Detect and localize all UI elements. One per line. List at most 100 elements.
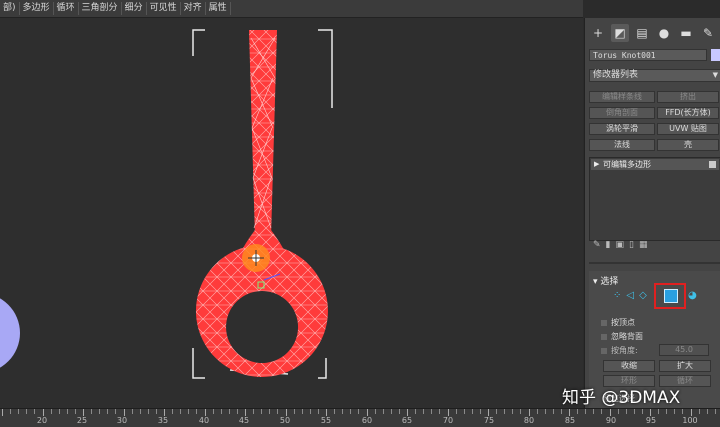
command-panel: + ◩ ▤ ● ▬ ✎ Torus Knot001 修改器列表 ▼ 编辑样条线 …	[584, 18, 720, 408]
menu-item-align[interactable]: 对齐	[181, 2, 206, 15]
edit-spline-button[interactable]: 编辑样条线	[589, 91, 655, 103]
ruler-tick	[609, 409, 611, 416]
ruler-tick	[99, 409, 101, 414]
ruler-label: 20	[36, 416, 48, 425]
ruler-tick	[350, 409, 352, 414]
create-icon[interactable]: +	[589, 24, 607, 42]
ruler-tick	[50, 409, 52, 414]
configure-modifier-sets-icon[interactable]: ▦	[639, 240, 648, 250]
motion-icon[interactable]: ●	[655, 24, 673, 42]
modifier-stack[interactable]: ▶ 可编辑多边形	[589, 157, 720, 241]
element-icon[interactable]: ◕	[688, 290, 697, 301]
menu-item-loop[interactable]: 循环	[54, 2, 79, 15]
menu-item-element[interactable]: 部)	[0, 2, 20, 15]
ruler-label: 50	[279, 416, 291, 425]
ruler-tick	[261, 409, 263, 414]
menu-item-subdivide[interactable]: 细分	[122, 2, 147, 15]
subobject-icons: ⁘ ◁ ◇	[613, 290, 647, 301]
vertex-icon[interactable]: ⁘	[613, 290, 621, 301]
ruler-tick	[115, 409, 117, 414]
ruler-tick	[317, 409, 319, 414]
ruler-tick	[512, 409, 514, 414]
ruler-label: 80	[523, 416, 535, 425]
uvw-map-button[interactable]: UVW 贴图	[657, 123, 719, 135]
menu-item-polygon[interactable]: 多边形	[20, 2, 54, 15]
ruler-label: 60	[361, 416, 373, 425]
mesh-shaft	[249, 30, 277, 238]
ruler-tick	[496, 409, 498, 414]
make-unique-icon[interactable]: ▣	[616, 240, 625, 250]
menu-item-properties[interactable]: 属性	[206, 2, 231, 15]
modifier-list-dropdown[interactable]: 修改器列表 ▼	[589, 69, 720, 82]
ruler-tick	[309, 409, 311, 414]
ruler-tick	[58, 409, 60, 414]
ruler-tick	[172, 409, 174, 414]
ruler-tick	[164, 409, 165, 416]
ruler-tick	[569, 409, 570, 416]
ignore-backfacing-checkbox[interactable]: 忽略背面	[601, 331, 643, 342]
ruler-tick	[390, 409, 392, 414]
object-name-field[interactable]: Torus Knot001	[589, 49, 707, 61]
expand-triangle-icon[interactable]: ▶	[594, 159, 599, 170]
ruler-tick	[131, 409, 133, 414]
polygon-icon[interactable]	[664, 289, 678, 303]
ruler-tick	[188, 409, 190, 414]
border-icon[interactable]: ◇	[639, 290, 647, 301]
perspective-viewport[interactable]	[0, 18, 583, 408]
menu-item-triangulate[interactable]: 三角剖分	[79, 2, 122, 15]
ruler-tick	[528, 409, 530, 416]
ruler-tick	[698, 409, 700, 414]
ruler-tick	[585, 409, 587, 414]
ruler-tick	[666, 409, 668, 414]
ruler-label: 25	[76, 416, 88, 425]
ruler-tick	[277, 409, 279, 414]
menu-item-visibility[interactable]: 可见性	[147, 2, 181, 15]
ruler-tick	[415, 409, 417, 414]
ruler-tick	[18, 409, 20, 414]
ffd-box-button[interactable]: FFD(长方体)	[657, 107, 719, 119]
shell-button[interactable]: 壳	[657, 139, 719, 151]
object-color-swatch[interactable]	[711, 49, 720, 61]
grow-button[interactable]: 扩大	[659, 360, 711, 372]
rollout-title[interactable]: ▾ 选择	[593, 274, 618, 287]
by-angle-checkbox[interactable]: 按角度:	[601, 345, 638, 356]
ruler-tick	[625, 409, 627, 414]
normal-button[interactable]: 法线	[589, 139, 655, 151]
ruler-tick	[431, 409, 433, 414]
ruler-label: 40	[198, 416, 210, 425]
ruler-tick	[228, 409, 230, 414]
ruler-label: 65	[401, 416, 413, 425]
ruler-label: 100	[682, 416, 698, 425]
ruler-tick	[91, 409, 93, 414]
stack-toggle-icon[interactable]	[709, 161, 716, 168]
ruler-tick	[269, 409, 271, 414]
display-icon[interactable]: ▬	[677, 24, 695, 42]
remove-modifier-icon[interactable]: ▯	[629, 240, 634, 250]
divider	[589, 262, 720, 264]
extrude-button[interactable]: 挤出	[657, 91, 719, 103]
ruler-label: 70	[442, 416, 454, 425]
ruler-tick	[690, 409, 692, 416]
modify-icon[interactable]: ◩	[611, 24, 629, 42]
utilities-icon[interactable]: ✎	[699, 24, 717, 42]
stack-item-editable-poly[interactable]: ▶ 可编辑多边形	[591, 159, 719, 170]
angle-spinner[interactable]: 45.0	[659, 344, 709, 356]
by-vertex-checkbox[interactable]: 按顶点	[601, 317, 635, 328]
edge-icon[interactable]: ◁	[626, 290, 634, 301]
ruler-tick	[204, 409, 206, 416]
pin-stack-icon[interactable]: ✎	[593, 240, 601, 250]
ruler-tick	[83, 409, 84, 416]
hierarchy-icon[interactable]: ▤	[633, 24, 651, 42]
bevel-profile-button[interactable]: 倒角剖面	[589, 107, 655, 119]
ruler-tick	[447, 409, 449, 416]
ruler-tick	[674, 409, 676, 414]
ruler-tick	[42, 409, 44, 416]
timeline-ruler[interactable]: 20 25 30 35 40 45 50 55 60 65 70 75 80 8…	[0, 408, 720, 427]
show-end-result-icon[interactable]: ▮	[606, 240, 611, 250]
ruler-tick	[577, 409, 579, 414]
turbosmooth-button[interactable]: 涡轮平滑	[589, 123, 655, 135]
ruler-tick	[301, 409, 303, 414]
ruler-label: 90	[605, 416, 617, 425]
shrink-button[interactable]: 收缩	[603, 360, 655, 372]
polygon-mode-highlight	[654, 283, 686, 309]
